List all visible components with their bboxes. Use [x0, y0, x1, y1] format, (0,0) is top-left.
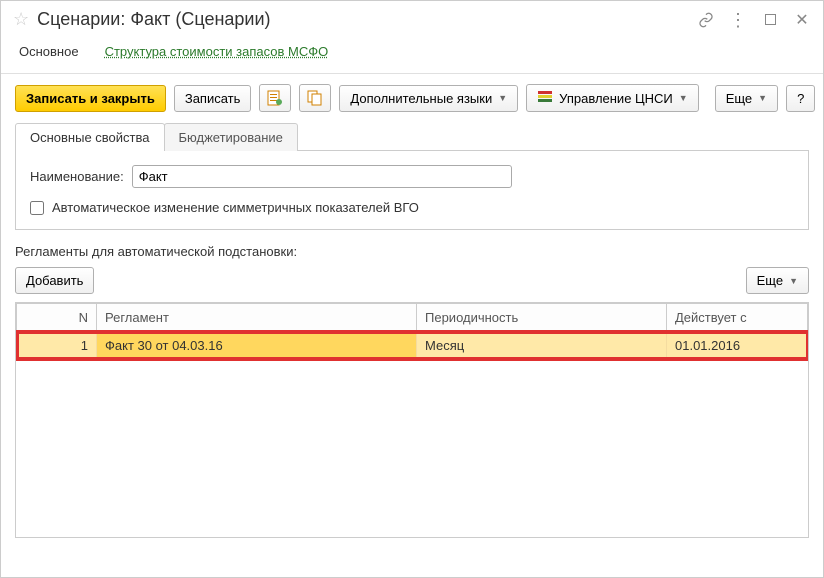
- auto-change-label: Автоматическое изменение симметричных по…: [52, 200, 419, 215]
- nav-main[interactable]: Основное: [15, 40, 83, 63]
- create-based-on-button[interactable]: [259, 84, 291, 112]
- cell-periodicity: Месяц: [417, 332, 667, 360]
- kebab-menu-icon[interactable]: ⋮: [729, 11, 747, 29]
- cell-reglament: Факт 30 от 04.03.16: [97, 332, 417, 360]
- col-header-valid-from[interactable]: Действует с: [667, 304, 808, 332]
- cell-n: 1: [17, 332, 97, 360]
- save-button[interactable]: Записать: [174, 85, 252, 112]
- page-title: Сценарии: Факт (Сценарии): [37, 9, 697, 30]
- chevron-down-icon: ▼: [789, 276, 798, 286]
- table-more-button[interactable]: Еще ▼: [746, 267, 809, 294]
- cnsi-management-button[interactable]: Управление ЦНСИ ▼: [526, 84, 699, 112]
- name-input[interactable]: [132, 165, 512, 188]
- col-header-periodicity[interactable]: Периодичность: [417, 304, 667, 332]
- more-label: Еще: [726, 91, 752, 106]
- tab-main-properties[interactable]: Основные свойства: [15, 123, 165, 151]
- col-header-n[interactable]: N: [17, 304, 97, 332]
- reglaments-section-label: Регламенты для автоматической подстановк…: [1, 230, 823, 267]
- table-row[interactable]: 1 Факт 30 от 04.03.16 Месяц 01.01.2016: [17, 332, 808, 360]
- auto-change-checkbox[interactable]: [30, 201, 44, 215]
- additional-languages-label: Дополнительные языки: [350, 91, 492, 106]
- tab-budgeting[interactable]: Бюджетирование: [164, 123, 298, 151]
- help-button[interactable]: ?: [786, 85, 815, 112]
- maximize-icon[interactable]: [761, 11, 779, 29]
- cell-valid-from: 01.01.2016: [667, 332, 808, 360]
- close-icon[interactable]: ✕: [793, 11, 811, 29]
- table-more-label: Еще: [757, 273, 783, 288]
- favorite-star-icon[interactable]: ☆: [13, 9, 29, 30]
- chevron-down-icon: ▼: [758, 93, 767, 103]
- additional-languages-button[interactable]: Дополнительные языки ▼: [339, 85, 518, 112]
- name-label: Наименование:: [30, 169, 124, 184]
- more-button[interactable]: Еще ▼: [715, 85, 778, 112]
- link-icon[interactable]: [697, 11, 715, 29]
- add-button[interactable]: Добавить: [15, 267, 94, 294]
- chevron-down-icon: ▼: [679, 93, 688, 103]
- nav-structure-link[interactable]: Структура стоимости запасов МСФО: [101, 40, 333, 63]
- chevron-down-icon: ▼: [498, 93, 507, 103]
- save-and-close-button[interactable]: Записать и закрыть: [15, 85, 166, 112]
- copy-button[interactable]: [299, 84, 331, 112]
- col-header-reglament[interactable]: Регламент: [97, 304, 417, 332]
- cnsi-label: Управление ЦНСИ: [559, 91, 673, 106]
